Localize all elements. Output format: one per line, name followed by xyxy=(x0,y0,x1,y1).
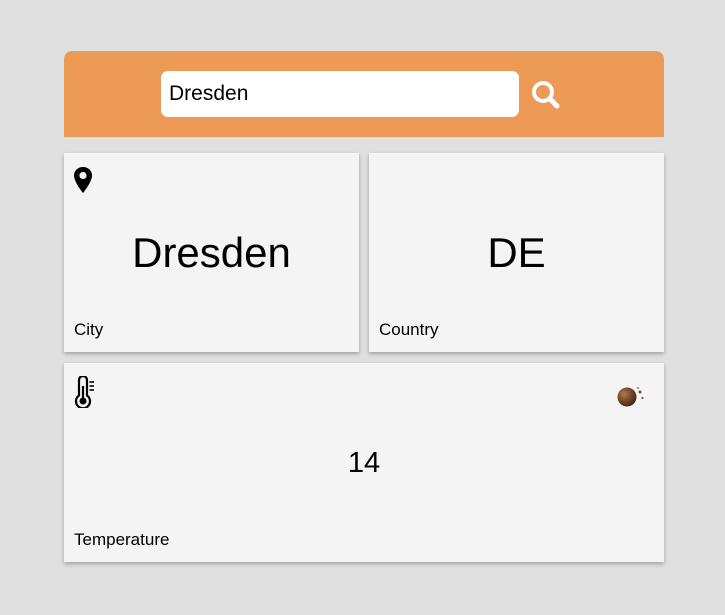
city-value: Dresden xyxy=(132,229,291,276)
temperature-value: 14 xyxy=(347,447,381,479)
map-pin-icon xyxy=(74,167,92,193)
search-header xyxy=(64,51,664,137)
country-card: DE Country xyxy=(369,153,664,352)
country-value: DE xyxy=(487,229,546,276)
weather-cards: Dresden City DE Country 14 Temperature xyxy=(64,137,664,564)
search-icon xyxy=(532,81,560,109)
thermometer-icon xyxy=(74,376,94,408)
search-input[interactable] xyxy=(161,71,519,117)
city-label: City xyxy=(74,320,104,339)
search-button[interactable] xyxy=(530,79,562,111)
weather-app: Dresden City DE Country 14 xyxy=(64,51,664,564)
country-label: Country xyxy=(379,320,439,339)
temperature-label: Temperature xyxy=(74,530,170,549)
temperature-card: 14 Temperature xyxy=(64,363,664,562)
city-card: Dresden City xyxy=(64,153,359,352)
weather-condition-icon xyxy=(617,387,644,407)
